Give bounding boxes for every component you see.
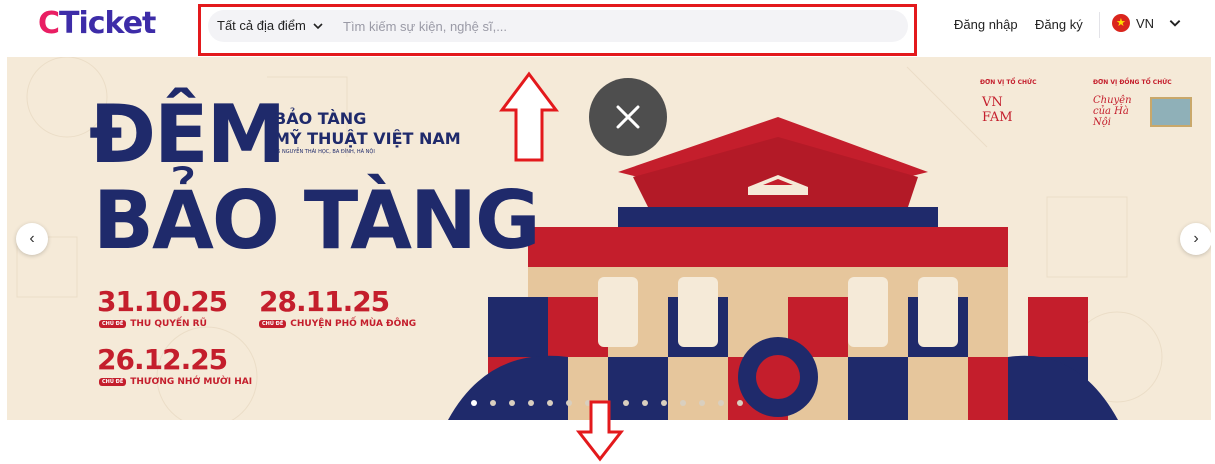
chevron-right-icon: › — [1193, 230, 1199, 247]
carousel-dot[interactable] — [737, 400, 743, 406]
close-button[interactable] — [589, 78, 667, 156]
co-organizer-label: ĐƠN VỊ ĐỒNG TỔ CHỨC — [1093, 79, 1172, 86]
language-code: VN — [1136, 15, 1155, 31]
chevron-left-icon: ‹ — [29, 230, 35, 247]
theme-tag-badge: CHỦ ĐỀ — [99, 320, 127, 328]
header-divider — [1099, 12, 1100, 38]
cticket-logo[interactable]: CTicket — [38, 6, 156, 41]
carousel-dot[interactable] — [699, 400, 705, 406]
event-theme-1: CHỦ ĐỀ THU QUYẾN RŨ — [99, 319, 207, 329]
cassette-logo-icon — [1150, 97, 1192, 127]
down-arrow-annotation — [576, 400, 624, 462]
carousel-dot[interactable] — [718, 400, 724, 406]
vnfam-logo: VN FAM — [982, 95, 1013, 125]
organizer-label: ĐƠN VỊ TỔ CHỨC — [980, 79, 1037, 86]
language-selector[interactable]: VN — [1112, 14, 1182, 32]
museum-address: 66 NGUYỄN THÁI HỌC, BA ĐÌNH, HÀ NỘI — [274, 149, 375, 155]
museum-name-line1: BẢO TÀNG — [274, 109, 367, 128]
carousel-dot[interactable] — [528, 400, 534, 406]
carousel-next-button[interactable]: › — [1180, 223, 1211, 255]
event-date-2: 28.11.25 — [259, 285, 390, 318]
carousel-dot[interactable] — [642, 400, 648, 406]
close-icon — [616, 105, 640, 129]
event-theme-2: CHỦ ĐỀ CHUYỆN PHỐ MÙA ĐÔNG — [259, 319, 416, 329]
banner-title-line2: BẢO TÀNG — [93, 174, 541, 267]
carousel-prev-button[interactable]: ‹ — [16, 223, 48, 255]
vietnam-flag-icon — [1112, 14, 1130, 32]
museum-name-line2: MỸ THUẬT VIỆT NAM — [274, 129, 461, 148]
theme-text: THU QUYẾN RŨ — [130, 319, 207, 329]
theme-tag-badge: CHỦ ĐỀ — [259, 320, 287, 328]
register-link[interactable]: Đăng ký — [1035, 17, 1083, 32]
chevron-down-icon — [1169, 20, 1181, 27]
event-date-3: 26.12.25 — [97, 343, 228, 376]
carousel-dot[interactable] — [680, 400, 686, 406]
carousel-dot[interactable] — [661, 400, 667, 406]
event-theme-3: CHỦ ĐỀ THƯƠNG NHỚ MƯỜI HAI — [99, 377, 252, 387]
top-header: CTicket Tất cả địa điểm Đăng nhập Đăng k… — [0, 0, 1215, 56]
event-date-1: 31.10.25 — [97, 285, 228, 318]
theme-text: CHUYỆN PHỐ MÙA ĐÔNG — [290, 319, 417, 329]
carousel-dot[interactable] — [566, 400, 572, 406]
carousel-dot[interactable] — [547, 400, 553, 406]
up-arrow-annotation — [499, 71, 559, 162]
theme-text: THƯƠNG NHỚ MƯỜI HAI — [130, 377, 253, 387]
search-highlight-annotation — [198, 4, 917, 56]
theme-tag-badge: CHỦ ĐỀ — [99, 378, 127, 386]
banner-title-line1: ĐÊM — [89, 88, 286, 181]
carousel-dot[interactable] — [471, 400, 477, 406]
co-organizer-logo: Chuyện của Hà Nội — [1093, 95, 1132, 128]
carousel-dot[interactable] — [490, 400, 496, 406]
login-link[interactable]: Đăng nhập — [954, 17, 1018, 32]
carousel-dot[interactable] — [509, 400, 515, 406]
